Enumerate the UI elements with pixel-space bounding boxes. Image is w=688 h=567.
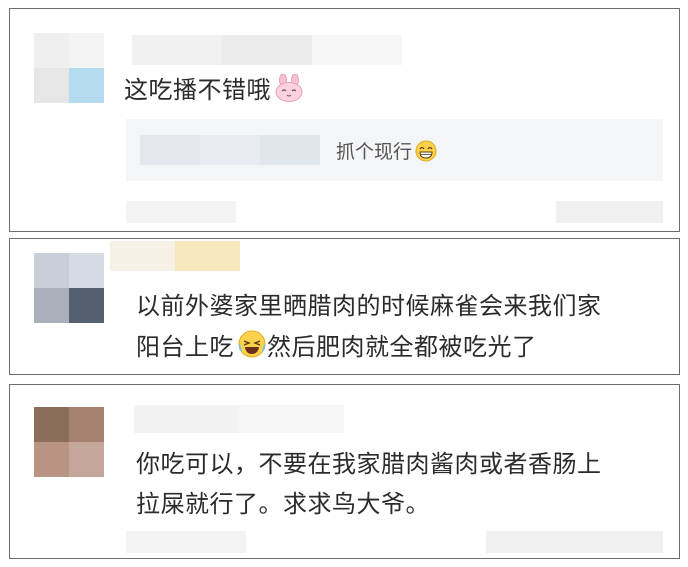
comment-text: 这吃播不错哦 [124, 73, 304, 111]
comment-card-1: 这吃播不错哦 抓个现行 [9, 8, 680, 232]
comment-card-3: 你吃可以，不要在我家腊肉酱肉或者香肠上 拉屎就行了。求求鸟大爷。 [9, 384, 680, 559]
reply-text: 抓个现行 [336, 137, 437, 167]
comment-text-line-2: 拉屎就行了。求求鸟大爷。 [136, 490, 430, 518]
comment-footer-redacted [126, 201, 663, 223]
laughing-crying-face-icon [237, 329, 267, 368]
comment-text-line-1: 以前外婆家里晒腊肉的时候麻雀会来我们家 [136, 292, 602, 320]
username-redacted[interactable] [134, 405, 344, 433]
comment-card-2: 以前外婆家里晒腊肉的时候麻雀会来我们家 阳台上吃 然后肥肉就全都被吃光了 [9, 238, 680, 375]
comment-text-line-2: 阳台上吃 然后肥肉就全都被吃光了 [136, 329, 537, 368]
comment-footer-redacted [126, 531, 663, 553]
reply-box: 抓个现行 [126, 119, 663, 181]
username-redacted[interactable] [110, 241, 240, 271]
reply-username-redacted[interactable] [140, 135, 320, 165]
username-redacted[interactable] [132, 35, 402, 65]
bunny-face-icon [274, 73, 304, 111]
comment-text-line-1: 你吃可以，不要在我家腊肉酱肉或者香肠上 [136, 450, 602, 478]
avatar[interactable] [34, 407, 104, 477]
avatar[interactable] [34, 33, 104, 103]
grinning-face-icon [415, 140, 437, 167]
avatar[interactable] [34, 253, 104, 323]
